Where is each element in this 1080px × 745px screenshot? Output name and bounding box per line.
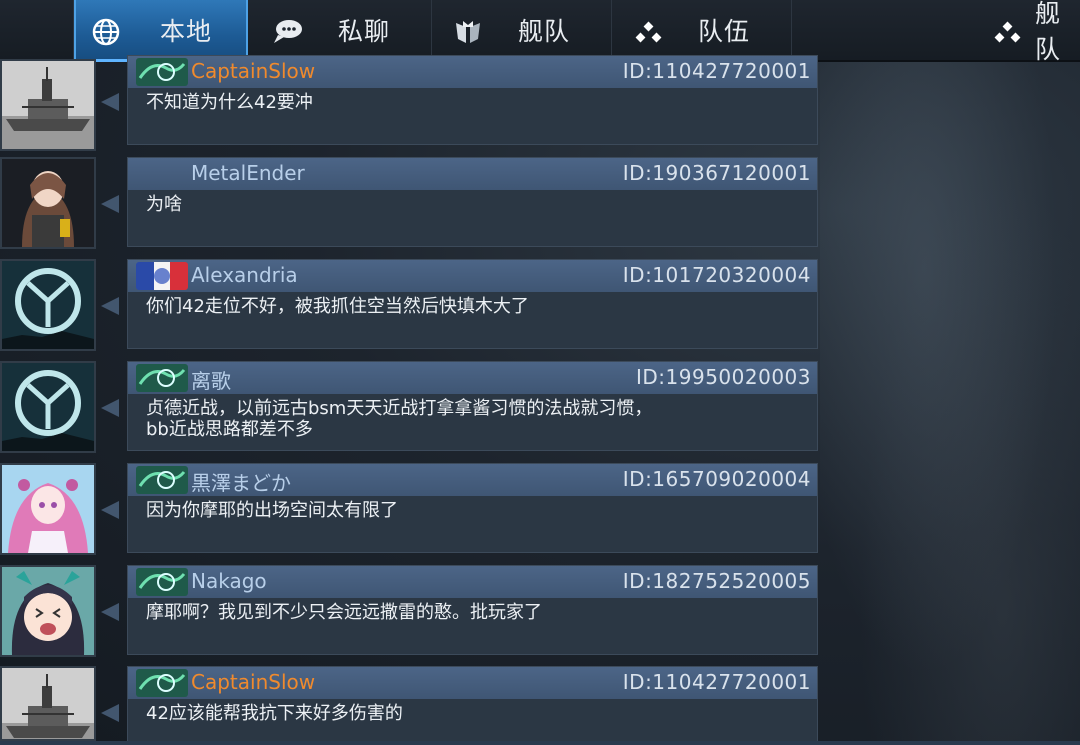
- message-bubble: CaptainSlow ID:110427720001 42应该能帮我抗下来好多…: [127, 666, 818, 745]
- bottom-edge: [0, 741, 1080, 745]
- tab-local-label: 本地: [160, 17, 213, 46]
- player-name[interactable]: CaptainSlow: [191, 670, 315, 694]
- bubble-pointer: [101, 297, 119, 315]
- swirl-badge-icon: [136, 669, 188, 697]
- chat-message: 黒澤まどか ID:165709020004 因为你摩耶的出场空间太有限了: [0, 463, 820, 559]
- tab-private-chat-label: 私聊: [338, 17, 391, 46]
- swirl-badge-icon: [136, 364, 188, 392]
- message-bubble: 离歌 ID:19950020003 贞德近战，以前远古bsm天天近战打拿拿酱习惯…: [127, 361, 818, 451]
- tab-private-chat[interactable]: 私聊: [250, 0, 432, 60]
- message-text: 贞德近战，以前远古bsm天天近战打拿拿酱习惯的法战就习惯， bb近战思路都差不多: [146, 398, 653, 440]
- avatar[interactable]: [0, 361, 96, 453]
- swirl-badge-icon: [136, 466, 188, 494]
- message-text: 为啥: [146, 194, 182, 215]
- player-name[interactable]: MetalEnder: [191, 161, 305, 185]
- avatar[interactable]: [0, 59, 96, 151]
- message-bubble: CaptainSlow ID:110427720001 不知道为什么42要冲: [127, 55, 818, 145]
- tabbar-left-edge: [0, 0, 74, 60]
- message-text: 摩耶啊？我见到不少只会远远撒雷的憨。批玩家了: [146, 602, 542, 623]
- chat-message: CaptainSlow ID:110427720001 不知道为什么42要冲: [0, 55, 820, 151]
- french-flag-icon: [136, 262, 188, 290]
- player-id: ID:101720320004: [622, 263, 811, 287]
- avatar[interactable]: [0, 259, 96, 351]
- message-header: Nakago ID:182752520005: [128, 566, 817, 598]
- player-name[interactable]: 黒澤まどか: [191, 467, 291, 496]
- bubble-pointer: [101, 704, 119, 722]
- player-id: ID:165709020004: [622, 467, 811, 491]
- avatar[interactable]: [0, 157, 96, 249]
- player-id: ID:110427720001: [622, 59, 811, 83]
- message-header: CaptainSlow ID:110427720001: [128, 56, 817, 88]
- team-dots-icon: [630, 17, 666, 51]
- message-header: MetalEnder ID:190367120001: [128, 158, 817, 190]
- message-header: CaptainSlow ID:110427720001: [128, 667, 817, 699]
- player-name[interactable]: Nakago: [191, 569, 267, 593]
- player-name[interactable]: Alexandria: [191, 263, 298, 287]
- tab-fleet[interactable]: 舰队: [432, 0, 612, 60]
- message-bubble: 黒澤まどか ID:165709020004 因为你摩耶的出场空间太有限了: [127, 463, 818, 553]
- chat-message: CaptainSlow ID:110427720001 42应该能帮我抗下来好多…: [0, 666, 820, 745]
- message-bubble: Nakago ID:182752520005 摩耶啊？我见到不少只会远远撒雷的憨…: [127, 565, 818, 655]
- swirl-badge-icon: [136, 568, 188, 596]
- chat-message: 离歌 ID:19950020003 贞德近战，以前远古bsm天天近战打拿拿酱习惯…: [0, 361, 820, 457]
- tab-local[interactable]: 本地: [74, 0, 248, 62]
- player-id: ID:182752520005: [622, 569, 811, 593]
- tab-fleet-label: 舰队: [518, 17, 571, 46]
- player-id: ID:190367120001: [622, 161, 811, 185]
- message-bubble: MetalEnder ID:190367120001 为啥: [127, 157, 818, 247]
- chat-message: Alexandria ID:101720320004 你们42走位不好，被我抓住…: [0, 259, 820, 355]
- chat-bubble-icon: [270, 17, 306, 51]
- player-id: ID:19950020003: [635, 365, 811, 389]
- message-text: 因为你摩耶的出场空间太有限了: [146, 500, 398, 521]
- chat-message: MetalEnder ID:190367120001 为啥: [0, 157, 820, 253]
- tab-fleet-secondary[interactable]: 舰队: [975, 0, 1080, 64]
- bubble-pointer: [101, 501, 119, 519]
- swirl-badge-icon: [136, 58, 188, 86]
- avatar[interactable]: [0, 666, 96, 741]
- message-header: 离歌 ID:19950020003: [128, 362, 817, 394]
- chat-message: Nakago ID:182752520005 摩耶啊？我见到不少只会远远撒雷的憨…: [0, 565, 820, 661]
- message-header: Alexandria ID:101720320004: [128, 260, 817, 292]
- message-header: 黒澤まどか ID:165709020004: [128, 464, 817, 496]
- tab-fleet-secondary-label: 舰队: [1035, 0, 1062, 64]
- bubble-pointer: [101, 603, 119, 621]
- player-name[interactable]: CaptainSlow: [191, 59, 315, 83]
- tab-team-label: 队伍: [698, 17, 751, 46]
- message-bubble: Alexandria ID:101720320004 你们42走位不好，被我抓住…: [127, 259, 818, 349]
- avatar[interactable]: [0, 565, 96, 657]
- tab-team[interactable]: 队伍: [612, 0, 792, 60]
- bubble-pointer: [101, 195, 119, 213]
- message-text: 不知道为什么42要冲: [146, 92, 313, 113]
- chat-channel-tabbar: 本地 私聊 舰队 队伍 舰队: [0, 0, 1080, 64]
- team-dots-icon: [989, 17, 1025, 51]
- bubble-pointer: [101, 93, 119, 111]
- message-text: 你们42走位不好，被我抓住空当然后快填木大了: [146, 296, 529, 317]
- globe-icon: [88, 17, 124, 51]
- background-sea-sky: [820, 62, 1080, 745]
- player-id: ID:110427720001: [622, 670, 811, 694]
- player-name[interactable]: 离歌: [191, 365, 231, 394]
- avatar[interactable]: [0, 463, 96, 555]
- message-text: 42应该能帮我抗下来好多伤害的: [146, 703, 403, 724]
- fleet-shield-icon: [450, 17, 486, 51]
- bubble-pointer: [101, 399, 119, 417]
